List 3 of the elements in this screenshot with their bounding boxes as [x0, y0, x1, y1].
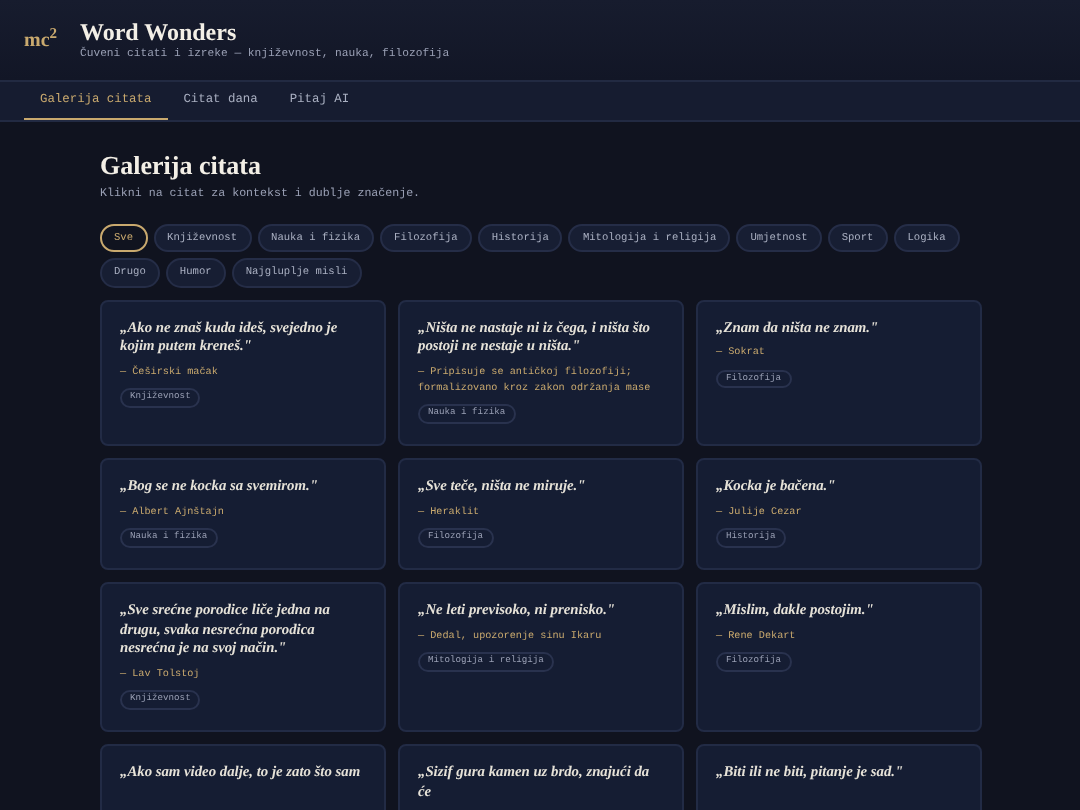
- app-title: Word Wonders: [80, 18, 239, 47]
- logo: mc$^{2}$: [24, 25, 52, 56]
- page-title: Galerija citata: [100, 149, 263, 181]
